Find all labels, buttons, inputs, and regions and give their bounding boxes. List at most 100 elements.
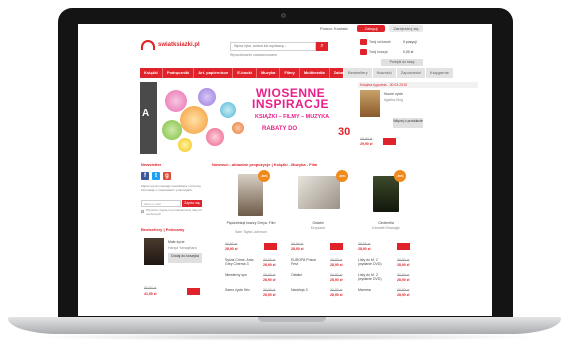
discount-badge: -30% <box>336 170 348 182</box>
cart-label[interactable]: Twój koszyk <box>369 50 388 54</box>
banner-prev-slide[interactable]: A <box>140 82 157 154</box>
bestsellers-title: Bestsellery | Polecamy <box>141 227 185 232</box>
product-old-price: 39,90 zł <box>358 242 371 246</box>
product-author: Krzysztof <box>310 226 326 230</box>
product-new-price: 28,90 zł <box>225 247 238 251</box>
product-title[interactable]: Cinderella <box>358 221 414 225</box>
secondary-nav: Bestsellery Nowości Zapowiedzi Księgarni… <box>343 68 453 78</box>
bestseller-new-price: 41,90 zł <box>144 292 157 296</box>
advanced-search-link[interactable]: Wyszukiwanie zaawansowane <box>230 53 277 57</box>
nav-item-stationery[interactable]: Art. papiernicze <box>194 68 234 78</box>
nav-item-music[interactable]: Muzyka <box>257 68 281 78</box>
bestseller-cover[interactable] <box>144 238 164 265</box>
wishlist-count: 0 pozycji <box>403 40 417 44</box>
list-item-title[interactable]: Niewierny syn <box>225 273 257 277</box>
cart-icon[interactable] <box>360 49 367 55</box>
register-button[interactable]: Zarejestruj się <box>389 25 423 32</box>
list-old-price: 39,90 zł <box>397 288 410 292</box>
list-item-title[interactable]: Sylvia Crime. Ania Grey Cinema 3 <box>225 258 257 266</box>
bestseller-title[interactable]: Małe życie <box>168 240 185 244</box>
logo-arch-icon <box>141 40 155 50</box>
nav-item-upcoming[interactable]: Zapowiedzi <box>395 68 425 78</box>
list-new-price: 28,90 zł <box>263 263 276 267</box>
weekly-book-cart-button[interactable] <box>383 138 396 145</box>
search-input[interactable]: Wpisz tytuł, autora lub wydawcę... <box>230 42 316 51</box>
banner-title-line2: INSPIRACJE <box>252 97 330 111</box>
nav-item-textbooks[interactable]: Podręczniki <box>163 68 195 78</box>
product-new-price: 28,90 zł <box>358 247 371 251</box>
nav-item-films[interactable]: Filmy <box>280 68 300 78</box>
search-icon: ⌕ <box>320 43 324 49</box>
nav-item-stores[interactable]: Księgarnie <box>424 68 453 78</box>
product-cart-button[interactable] <box>397 243 410 250</box>
list-old-price: 39,90 zł <box>330 288 343 292</box>
nav-item-multimedia[interactable]: Multimedia <box>300 68 330 78</box>
bestseller-cart-button[interactable] <box>187 288 200 295</box>
laptop-notch <box>258 317 326 322</box>
wishlist-label[interactable]: Twój schowek <box>369 40 391 44</box>
newsletter-consent-checkbox[interactable] <box>141 210 144 213</box>
newsletter-text: Zapisz się do naszego newslettera i otrz… <box>141 184 201 192</box>
login-button[interactable]: Zaloguj <box>357 25 385 32</box>
list-item-title[interactable]: Ostatni <box>291 273 323 277</box>
list-new-price: 28,90 zł <box>330 263 343 267</box>
promo-banner[interactable]: A WIOSENNE INSPIRACJE KSIĄŻKI – FILMY – … <box>140 82 350 154</box>
list-item-title[interactable]: Listy do M. 2 (wydanie DVD) <box>358 258 392 266</box>
product-cart-button[interactable] <box>330 243 343 250</box>
checkout-button[interactable]: Przejdź do kasy <box>381 59 423 66</box>
list-old-price: 39,90 zł <box>263 288 276 292</box>
weekly-book-heading: Książka tygodnia - 30.03.2015 <box>358 82 478 88</box>
list-item-title[interactable]: Samo życie film <box>225 288 257 292</box>
banner-title: WIOSENNE INSPIRACJE <box>252 87 330 111</box>
weekly-book-new-price: 29,90 zł <box>360 142 373 146</box>
list-old-price: 39,90 zł <box>397 258 410 262</box>
weekly-book-cover[interactable] <box>360 90 380 117</box>
newsletter-email-input[interactable]: adres e-mail <box>141 200 181 207</box>
list-item-title[interactable]: EUROPA Prison Fest <box>291 258 323 266</box>
product-new-price: 28,90 zł <box>291 247 304 251</box>
flower-illustration <box>180 106 208 134</box>
list-item-title[interactable]: Mamma <box>358 288 392 292</box>
laptop-shadow <box>30 333 540 341</box>
list-old-price: 39,90 zł <box>330 273 343 277</box>
weekly-book-title[interactable]: Nocne życie <box>384 92 403 96</box>
list-item-title[interactable]: Nadzieja 3 <box>291 288 323 292</box>
help-link[interactable]: Pomoc <box>320 26 332 31</box>
list-old-price: 39,90 zł <box>330 258 343 262</box>
weekly-book-old-price: 39,90 zł <box>360 137 373 141</box>
nav-item-ebooks[interactable]: E-booki <box>233 68 257 78</box>
list-item-title[interactable]: Listy do M. 2 (wydanie DVD) <box>358 273 392 281</box>
twitter-icon[interactable]: t <box>152 172 160 180</box>
list-new-price: 28,90 zł <box>263 278 276 282</box>
nav-item-books[interactable]: Książki <box>140 68 163 78</box>
newsletter-title: Newsletter <box>141 162 162 167</box>
banner-promo-label: RABATY DO <box>262 126 298 132</box>
product-title[interactable]: Ostatni <box>290 221 346 225</box>
list-new-price: 28,90 zł <box>397 263 410 267</box>
product-author: Sam Taylor-Johnson <box>235 230 267 234</box>
weekly-book-more-button[interactable]: Więcej o produkcie <box>393 118 423 128</box>
site-logo[interactable]: swiatksiazki.pl <box>141 38 200 52</box>
discount-badge: -30% <box>258 170 270 182</box>
discount-badge: -30% <box>394 170 406 182</box>
product-title[interactable]: Pięćdziesiąt twarzy Greya. Film <box>223 221 279 225</box>
wishlist-icon[interactable] <box>360 39 367 45</box>
flower-illustration <box>220 102 236 118</box>
logo-text: swiatksiazki.pl <box>158 42 200 48</box>
google-plus-icon[interactable]: g <box>163 172 171 180</box>
nav-item-bestsellers[interactable]: Bestsellery <box>343 68 372 78</box>
list-new-price: 28,90 zł <box>330 293 343 297</box>
product-cover[interactable] <box>298 176 340 209</box>
newsletter-submit-button[interactable]: Zapisz się <box>182 200 202 207</box>
new-products-title: Nowości - aktualne propozycje | Książki … <box>212 162 318 167</box>
browser-screen: Pomoc Kontakt Zaloguj Zarejestruj się sw… <box>78 24 492 316</box>
top-bar: Pomoc Kontakt Zaloguj Zarejestruj się <box>78 24 492 34</box>
bestseller-add-button[interactable]: Dodaj do koszyka <box>168 253 202 263</box>
contact-link[interactable]: Kontakt <box>334 26 348 31</box>
facebook-icon[interactable]: f <box>141 172 149 180</box>
list-new-price: 28,90 zł <box>330 278 343 282</box>
product-cart-button[interactable] <box>264 243 277 250</box>
product-cover[interactable] <box>373 176 399 212</box>
search-button[interactable]: ⌕ <box>316 42 328 51</box>
nav-item-new[interactable]: Nowości <box>371 68 396 78</box>
